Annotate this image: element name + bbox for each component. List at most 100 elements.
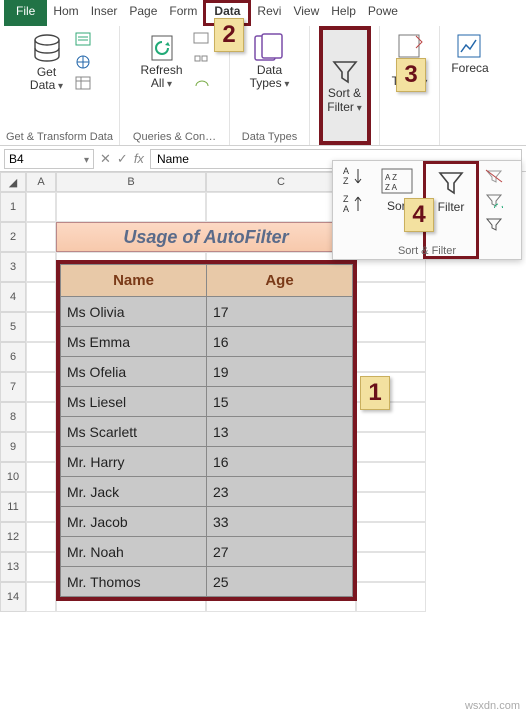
svg-text:A: A [343, 204, 349, 214]
cell-name[interactable]: Ms Liesel [61, 387, 207, 417]
row-header[interactable]: 1 [0, 192, 26, 222]
from-text-icon[interactable] [73, 31, 95, 49]
from-web-icon[interactable] [73, 53, 95, 71]
clear-filter-icon[interactable] [483, 167, 505, 185]
cell-name[interactable]: Mr. Jack [61, 477, 207, 507]
cell-age[interactable]: 13 [207, 417, 353, 447]
tab-power[interactable]: Powe [362, 0, 404, 26]
group-forecast: Foreca [440, 26, 500, 145]
row-header[interactable]: 12 [0, 522, 26, 552]
cell-name[interactable]: Ms Scarlett [61, 417, 207, 447]
get-data-label: Get Data [30, 66, 63, 92]
edit-links-icon[interactable] [191, 74, 213, 92]
cell-name[interactable]: Mr. Harry [61, 447, 207, 477]
sort-dialog-icon[interactable]: A ZZ A [380, 167, 416, 197]
fx-icon[interactable]: fx [134, 151, 144, 166]
data-types-icon [252, 32, 286, 64]
cell-age[interactable]: 25 [207, 567, 353, 597]
sort-filter-label: Sort & Filter [327, 87, 361, 113]
data-types-button[interactable]: Data Types [246, 30, 294, 92]
cell-name[interactable]: Ms Emma [61, 327, 207, 357]
table-row: Mr. Jacob33 [61, 507, 353, 537]
cell-age[interactable]: 23 [207, 477, 353, 507]
cell-name[interactable]: Ms Olivia [61, 297, 207, 327]
cell-age[interactable]: 19 [207, 357, 353, 387]
cancel-icon[interactable]: ✕ [100, 151, 111, 167]
enter-icon[interactable]: ✓ [117, 151, 128, 167]
refresh-all-label: Refresh All [140, 64, 182, 90]
svg-text:Z A: Z A [385, 183, 398, 192]
forecast-icon [455, 32, 485, 62]
row-header[interactable]: 10 [0, 462, 26, 492]
name-box[interactable]: B4 [4, 149, 94, 169]
advanced-icon[interactable] [483, 215, 505, 233]
cell-age[interactable]: 33 [207, 507, 353, 537]
col-header-B[interactable]: B [56, 172, 206, 192]
filter-label: Filter [438, 200, 465, 214]
select-all-corner[interactable]: ◢ [0, 172, 26, 192]
row-header[interactable]: 13 [0, 552, 26, 582]
table-row: Mr. Jack23 [61, 477, 353, 507]
row-header[interactable]: 8 [0, 402, 26, 432]
table-row: Ms Liesel15 [61, 387, 353, 417]
annotation-4: 4 [404, 198, 434, 232]
tab-file[interactable]: File [4, 0, 47, 26]
svg-text:A Z: A Z [385, 173, 397, 182]
group-get-transform: Get Data Get & Transform Data [0, 26, 120, 145]
cell-age[interactable]: 27 [207, 537, 353, 567]
title-text: Usage of AutoFilter [123, 227, 288, 248]
cell-age[interactable]: 17 [207, 297, 353, 327]
cell-age[interactable]: 15 [207, 387, 353, 417]
cell-age[interactable]: 16 [207, 327, 353, 357]
forecast-label: Foreca [451, 62, 488, 75]
row-header[interactable]: 5 [0, 312, 26, 342]
row-header[interactable]: 14 [0, 582, 26, 612]
tab-home[interactable]: Hom [47, 0, 84, 26]
table-row: Ms Ofelia19 [61, 357, 353, 387]
row-header[interactable]: 6 [0, 342, 26, 372]
group-label-queries: Queries & Con… [133, 129, 216, 143]
cell-name[interactable]: Ms Ofelia [61, 357, 207, 387]
annotation-2: 2 [214, 18, 244, 52]
annotation-3: 3 [396, 58, 426, 92]
svg-text:A: A [343, 166, 349, 176]
cell-name[interactable]: Mr. Jacob [61, 507, 207, 537]
get-data-button[interactable]: Get Data [25, 30, 69, 94]
sort-filter-button[interactable]: Sort & Filter [323, 55, 367, 115]
table-row: Mr. Harry16 [61, 447, 353, 477]
row-header[interactable]: 3 [0, 252, 26, 282]
properties-icon[interactable] [191, 52, 213, 70]
table-row: Mr. Thomos25 [61, 567, 353, 597]
name-box-value: B4 [9, 152, 24, 166]
tab-view[interactable]: View [287, 0, 325, 26]
queries-icon[interactable] [191, 30, 213, 48]
tab-page[interactable]: Page [123, 0, 163, 26]
reapply-icon[interactable] [483, 191, 505, 209]
from-table-icon[interactable] [73, 75, 95, 93]
tab-formulas[interactable]: Form [163, 0, 203, 26]
col-header-A[interactable]: A [26, 172, 56, 192]
tab-help[interactable]: Help [325, 0, 362, 26]
title-cell[interactable]: Usage of AutoFilter [56, 222, 356, 252]
menu-bar: File Hom Inser Page Form Data Revi View … [0, 0, 526, 26]
header-age[interactable]: Age [207, 265, 353, 297]
table-row: Ms Emma16 [61, 327, 353, 357]
row-header[interactable]: 11 [0, 492, 26, 522]
tab-review[interactable]: Revi [251, 0, 287, 26]
row-header[interactable]: 7 [0, 372, 26, 402]
row-header[interactable]: 4 [0, 282, 26, 312]
sort-za-icon[interactable]: ZA [342, 195, 364, 213]
sort-az-icon[interactable]: AZ [342, 167, 364, 185]
cell-age[interactable]: 16 [207, 447, 353, 477]
cell-name[interactable]: Mr. Noah [61, 537, 207, 567]
group-label-data-types: Data Types [242, 129, 297, 143]
annotation-1: 1 [360, 376, 390, 410]
forecast-button[interactable]: Foreca [447, 30, 492, 77]
tab-insert[interactable]: Inser [85, 0, 124, 26]
row-header[interactable]: 2 [0, 222, 26, 252]
sort-filter-group-label: Sort & Filter [333, 245, 521, 257]
row-header[interactable]: 9 [0, 432, 26, 462]
refresh-all-button[interactable]: Refresh All [136, 30, 186, 92]
cell-name[interactable]: Mr. Thomos [61, 567, 207, 597]
header-name[interactable]: Name [61, 265, 207, 297]
